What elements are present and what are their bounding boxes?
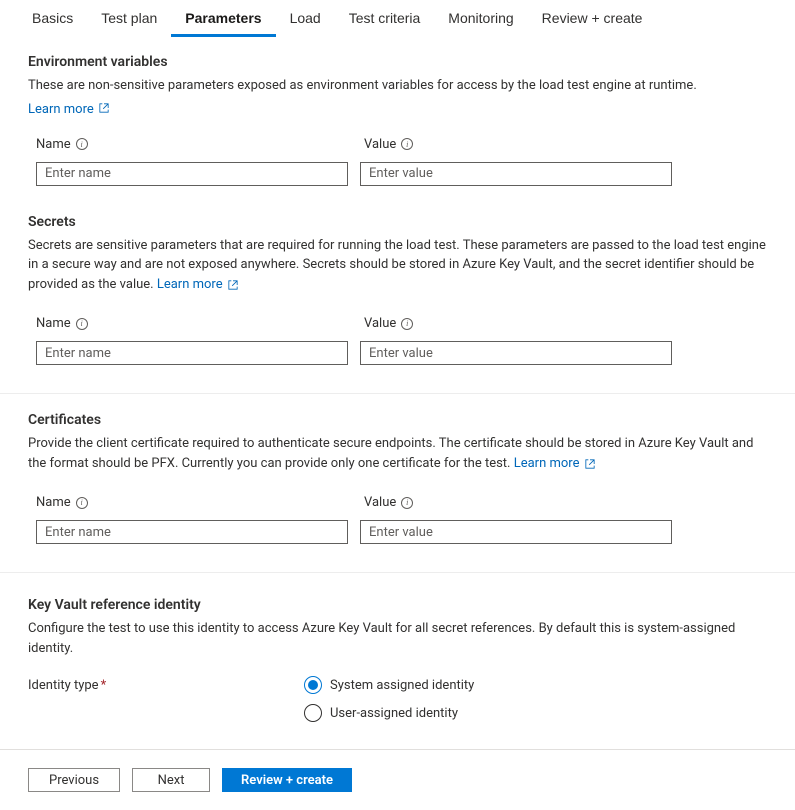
secrets-name-header: Name i <box>36 316 364 331</box>
identity-system-radio[interactable]: System assigned identity <box>304 676 474 694</box>
identity-type-radio-group: System assigned identity User-assigned i… <box>304 676 474 722</box>
env-vars-param-header: Name i Value i <box>36 137 767 152</box>
section-divider <box>0 572 795 573</box>
wizard-footer: Previous Next Review + create <box>0 749 795 810</box>
secrets-value-header: Value i <box>364 316 767 331</box>
review-create-button[interactable]: Review + create <box>222 768 352 792</box>
wizard-tabs: Basics Test plan Parameters Load Test cr… <box>0 0 795 38</box>
secrets-params: Name i Value i <box>28 316 767 365</box>
secrets-row <box>36 341 767 365</box>
tab-parameters[interactable]: Parameters <box>171 0 275 37</box>
env-vars-row <box>36 162 767 186</box>
env-var-value-input[interactable] <box>360 162 672 186</box>
certs-param-header: Name i Value i <box>36 495 767 510</box>
certs-learn-more-link[interactable]: Learn more <box>514 456 595 471</box>
kv-desc: Configure the test to use this identity … <box>28 619 767 658</box>
next-button[interactable]: Next <box>132 768 210 792</box>
kv-title: Key Vault reference identity <box>28 597 767 613</box>
cert-value-input[interactable] <box>360 520 672 544</box>
certs-params: Name i Value i <box>28 495 767 544</box>
secrets-param-header: Name i Value i <box>36 316 767 331</box>
env-vars-title: Environment variables <box>28 54 767 70</box>
tab-test-plan[interactable]: Test plan <box>87 0 171 37</box>
tab-review-create[interactable]: Review + create <box>528 0 657 37</box>
env-vars-name-header: Name i <box>36 137 364 152</box>
env-vars-learn-more-link[interactable]: Learn more <box>28 102 109 117</box>
previous-button[interactable]: Previous <box>28 768 120 792</box>
secrets-desc: Secrets are sensitive parameters that ar… <box>28 236 767 297</box>
identity-type-field: Identity type* System assigned identity … <box>28 676 767 722</box>
external-link-icon <box>228 277 238 297</box>
tab-basics[interactable]: Basics <box>18 0 87 37</box>
radio-icon <box>304 704 322 722</box>
section-divider <box>0 393 795 394</box>
certs-desc: Provide the client certificate required … <box>28 434 767 475</box>
info-icon[interactable]: i <box>401 138 413 150</box>
required-indicator: * <box>101 678 107 693</box>
certs-title: Certificates <box>28 412 767 428</box>
secrets-learn-more-link[interactable]: Learn more <box>157 277 238 292</box>
identity-user-radio[interactable]: User-assigned identity <box>304 704 474 722</box>
secret-value-input[interactable] <box>360 341 672 365</box>
external-link-icon <box>99 102 109 117</box>
identity-type-label: Identity type* <box>28 676 304 693</box>
secret-name-input[interactable] <box>36 341 348 365</box>
cert-name-input[interactable] <box>36 520 348 544</box>
certs-value-header: Value i <box>364 495 767 510</box>
env-vars-params: Name i Value i <box>28 137 767 186</box>
env-vars-section: Environment variables These are non-sens… <box>28 54 767 186</box>
secrets-title: Secrets <box>28 214 767 230</box>
page-content: Environment variables These are non-sens… <box>0 38 795 722</box>
env-var-name-input[interactable] <box>36 162 348 186</box>
certs-row <box>36 520 767 544</box>
info-icon[interactable]: i <box>76 138 88 150</box>
external-link-icon <box>585 456 595 476</box>
certs-name-header: Name i <box>36 495 364 510</box>
certs-section: Certificates Provide the client certific… <box>28 412 767 544</box>
key-vault-identity-section: Key Vault reference identity Configure t… <box>28 597 767 722</box>
info-icon[interactable]: i <box>401 318 413 330</box>
tab-monitoring[interactable]: Monitoring <box>434 0 527 37</box>
env-vars-desc: These are non-sensitive parameters expos… <box>28 76 767 96</box>
env-vars-value-header: Value i <box>364 137 767 152</box>
secrets-section: Secrets Secrets are sensitive parameters… <box>28 214 767 366</box>
radio-icon <box>304 676 322 694</box>
tab-load[interactable]: Load <box>276 0 335 37</box>
tab-test-criteria[interactable]: Test criteria <box>335 0 435 37</box>
info-icon[interactable]: i <box>401 497 413 509</box>
info-icon[interactable]: i <box>76 318 88 330</box>
info-icon[interactable]: i <box>76 497 88 509</box>
